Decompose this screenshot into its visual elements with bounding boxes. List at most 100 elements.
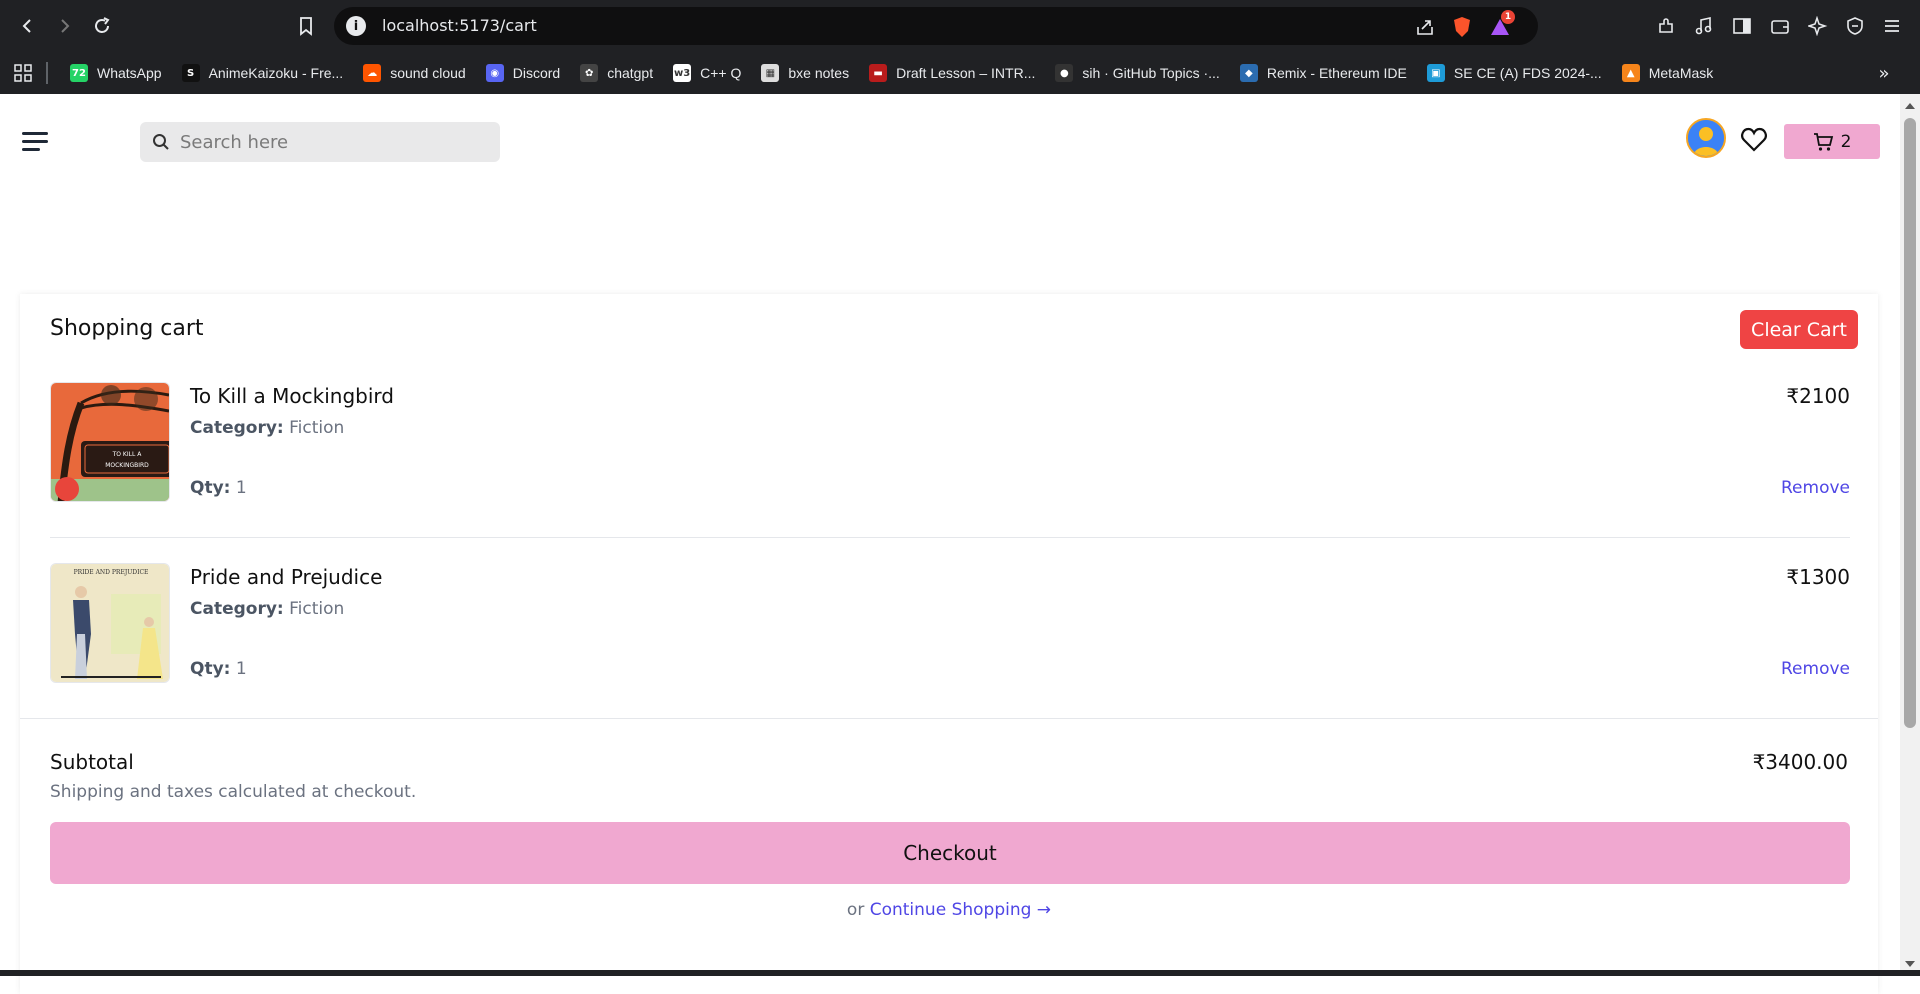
cart-button[interactable]: 2 [1784,124,1880,159]
item-category: Category: Fiction [190,599,344,619]
animekaizoku-icon: S [181,64,200,82]
soundcloud-icon: ☁ [363,64,382,82]
bookmark-page-button[interactable] [291,11,321,41]
remove-button[interactable]: Remove [1781,478,1850,498]
leo-ai-icon[interactable] [1806,14,1830,38]
bookmark-item[interactable]: ☁ sound cloud [353,52,476,94]
shopping-cart-panel: Shopping cart Clear Cart TO KILL A MOCKI… [20,294,1878,994]
checkout-button[interactable]: Checkout [50,822,1850,884]
extensions-icon[interactable] [1654,14,1678,38]
browser-toolbar: i localhost:5173/cart 1 [0,0,1920,52]
bookmark-item[interactable]: ◉ Discord [476,52,570,94]
item-price: ₹1300 [1786,565,1850,589]
bookmark-label: AnimeKaizoku - Fre... [208,65,344,81]
bookmark-item[interactable]: 72 WhatsApp [60,52,172,94]
bookmark-label: sih · GitHub Topics ·... [1082,65,1220,81]
page-scrollbar[interactable] [1900,94,1920,976]
avatar-image [1688,120,1724,156]
item-name[interactable]: Pride and Prejudice [190,565,382,589]
bookmark-item[interactable]: ▦ bxe notes [751,52,859,94]
bookmark-item[interactable]: ✿ chatgpt [570,52,663,94]
category-label: Category: [190,418,284,438]
bookmark-label: bxe notes [788,65,850,81]
github-icon: ● [1055,64,1074,82]
site-info-icon[interactable]: i [346,16,366,36]
user-avatar[interactable] [1686,118,1726,158]
bookmark-item[interactable]: ▣ SE CE (A) FDS 2024-... [1417,52,1612,94]
search-icon [153,134,169,150]
qty-value: 1 [235,478,247,498]
back-arrow-icon [22,19,31,33]
bookmark-label: MetaMask [1648,65,1714,81]
scroll-down-arrow-icon[interactable] [1905,961,1915,967]
bookmarks-divider [46,62,48,84]
hamburger-menu-icon[interactable] [22,132,48,152]
brave-shield-icon[interactable] [1451,16,1473,38]
bookmark-icon [300,17,312,36]
item-divider [50,537,1850,538]
item-qty: Qty: 1 [190,478,247,498]
vpn-shield-icon[interactable] [1843,14,1867,38]
bookmark-item[interactable]: ● sih · GitHub Topics ·... [1045,52,1229,94]
subtotal-label: Subtotal [50,750,134,774]
cart-page: 2 Shopping cart Clear Cart TO KILL A MOC… [0,94,1900,994]
continue-shopping-link[interactable]: Continue Shopping → [870,900,1051,920]
or-text: or [846,900,865,920]
address-bar[interactable]: i localhost:5173/cart 1 [334,7,1538,45]
search-bar[interactable] [140,122,500,162]
item-price: ₹2100 [1786,384,1850,408]
cart-item: TO KILL A MOCKINGBIRD To Kill a Mockingb… [50,382,1850,502]
share-icon[interactable] [1414,16,1436,38]
bookmark-label: C++ Q [700,65,742,81]
media-icon[interactable] [1692,14,1716,38]
reload-button[interactable] [87,11,117,41]
forward-button[interactable] [50,11,80,41]
bookmark-item[interactable]: ◆ Remix - Ethereum IDE [1230,52,1417,94]
bookmark-item[interactable]: ▬ Draft Lesson – INTR... [859,52,1045,94]
cart-title: Shopping cart [50,316,204,341]
bookmark-item[interactable]: S AnimeKaizoku - Fre... [172,52,354,94]
clear-cart-button[interactable]: Clear Cart [1740,310,1858,349]
w3schools-icon: w3 [673,64,692,82]
search-input[interactable] [180,122,490,162]
remove-button[interactable]: Remove [1781,659,1850,679]
shipping-note: Shipping and taxes calculated at checkou… [50,782,417,802]
apps-grid-icon[interactable] [0,52,46,94]
svg-text:PRIDE AND PREJUDICE: PRIDE AND PREJUDICE [74,569,149,576]
bookmark-item[interactable]: w3 C++ Q [663,52,751,94]
category-label: Category: [190,599,284,619]
browser-chrome: i localhost:5173/cart 1 72 WhatsApp S An… [0,0,1920,94]
discord-icon: ◉ [485,64,504,82]
cart-icon [1813,132,1833,151]
item-category: Category: Fiction [190,418,344,438]
bookmark-label: WhatsApp [97,65,162,81]
more-bookmarks-icon[interactable]: » [1864,52,1904,94]
back-button[interactable] [12,11,42,41]
menu-icon[interactable] [1880,14,1904,38]
remix-icon: ◆ [1239,64,1258,82]
qty-label: Qty: [190,659,231,679]
wallet-icon[interactable] [1768,14,1792,38]
bookmark-label: chatgpt [607,65,654,81]
qty-label: Qty: [190,478,231,498]
scroll-up-arrow-icon[interactable] [1905,103,1915,109]
sidebar-toggle-icon[interactable] [1730,14,1754,38]
chatgpt-icon: ✿ [580,64,599,82]
category-value: Fiction [289,418,345,438]
reload-icon [95,17,110,33]
qty-value: 1 [235,659,247,679]
scrollbar-thumb[interactable] [1904,118,1916,728]
wishlist-heart-icon[interactable] [1740,126,1768,154]
bookmark-item[interactable]: ▲ MetaMask [1612,52,1724,94]
cart-count: 2 [1840,131,1852,152]
item-name[interactable]: To Kill a Mockingbird [190,384,394,408]
bookmark-label: Remix - Ethereum IDE [1266,65,1407,81]
forward-arrow-icon [61,19,70,33]
bookmark-label: Discord [512,65,561,81]
svg-text:TO KILL A: TO KILL A [112,451,143,458]
category-value: Fiction [289,599,345,619]
brave-rewards-icon[interactable]: 1 [1489,10,1515,38]
url-text[interactable]: localhost:5173/cart [382,16,537,35]
continue-shopping-row: or Continue Shopping → [20,900,1878,920]
draft-lesson-icon: ▬ [869,64,888,82]
